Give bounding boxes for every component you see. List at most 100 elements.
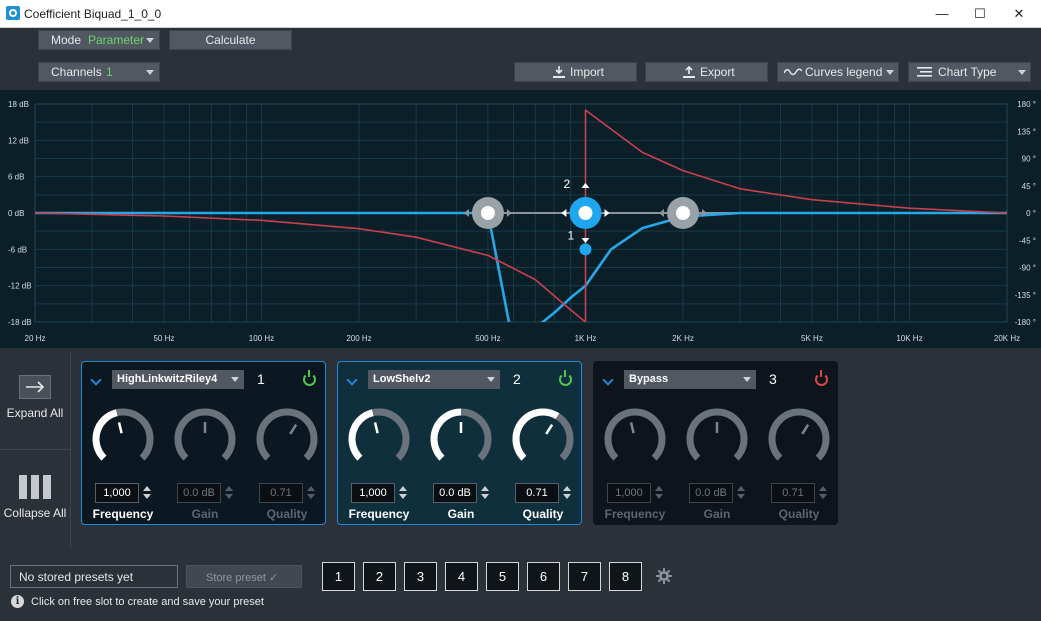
chevron-down-icon[interactable] (602, 374, 614, 386)
frequency-knob[interactable] (602, 406, 668, 472)
preset-hint: Click on free slot to create and save yo… (31, 596, 264, 608)
quality-field[interactable]: 0.71 (515, 483, 559, 503)
quality-stepper[interactable] (819, 483, 827, 503)
preset-slot-6[interactable]: 6 (527, 562, 560, 591)
export-label: Export (700, 65, 735, 79)
band-card-2: LowShelv2 2 1,000 0.0 dB 0.71 Frequency … (337, 361, 582, 525)
y-right-tick-label: -45 ° (1019, 236, 1036, 245)
preset-status-field[interactable]: No stored presets yet (10, 565, 178, 588)
filter-type-dropdown[interactable]: Bypass (624, 370, 756, 389)
quality-label: Quality (266, 507, 308, 521)
band-card-1: HighLinkwitzRiley4 1 1,000 0.0 dB 0.71 F… (81, 361, 326, 525)
preset-slot-7[interactable]: 7 (568, 562, 601, 591)
frequency-knob[interactable] (346, 406, 412, 472)
channels-dropdown[interactable]: Channels 1 (38, 62, 160, 82)
frequency-stepper[interactable] (655, 483, 663, 503)
mode-dropdown[interactable]: Mode Parameter (38, 30, 160, 50)
gain-stepper[interactable] (225, 483, 233, 503)
chevron-down-icon[interactable] (90, 374, 102, 386)
gain-stepper[interactable] (481, 483, 489, 503)
sidebar-divider (70, 352, 71, 548)
band-marker-label: 1 (567, 228, 574, 242)
x-tick-label: 100 Hz (249, 334, 274, 343)
arrow-right-icon (19, 375, 51, 399)
y-left-tick-label: -6 dB (8, 245, 27, 254)
gain-field[interactable]: 0.0 dB (433, 483, 477, 503)
power-icon[interactable] (303, 370, 316, 386)
knob-indicator (373, 422, 379, 434)
gain-field[interactable]: 0.0 dB (177, 483, 221, 503)
channels-value: 1 (106, 65, 113, 79)
quality-field[interactable]: 0.71 (259, 483, 303, 503)
y-right-tick-label: 135 ° (1017, 127, 1036, 136)
power-icon[interactable] (815, 370, 828, 386)
x-tick-label: 20 Hz (25, 334, 46, 343)
preset-slot-8[interactable]: 8 (609, 562, 642, 591)
knob-fill (348, 409, 374, 461)
quality-knob[interactable] (766, 406, 832, 472)
gear-icon[interactable] (656, 568, 672, 584)
chevron-down-icon[interactable] (346, 374, 358, 386)
gain-knob[interactable] (172, 406, 238, 472)
export-button[interactable]: Export (645, 62, 768, 82)
frequency-response-chart[interactable]: 20 Hz 50 Hz 100 Hz 200 Hz 500 Hz 1K Hz 2K Hz 5K… (0, 90, 1041, 348)
filter-type-value: HighLinkwitzRiley4 (117, 373, 218, 385)
curves-legend-dropdown[interactable]: Curves legend (777, 62, 899, 82)
curves-legend-label: Curves legend (805, 65, 883, 79)
frequency-label: Frequency (604, 507, 666, 521)
frequency-knob[interactable] (90, 406, 156, 472)
expand-all-button[interactable]: Expand All (0, 370, 70, 445)
handle-right-arrow (604, 209, 610, 217)
x-tick-label: 500 Hz (475, 334, 500, 343)
chart-type-dropdown[interactable]: Chart Type (908, 62, 1031, 82)
chevron-down-icon (886, 70, 894, 75)
x-tick-label: 10K Hz (896, 334, 922, 343)
quality-knob[interactable] (254, 406, 320, 472)
filter-type-dropdown[interactable]: LowShelv2 (368, 370, 500, 389)
chevron-down-icon (146, 70, 154, 75)
preset-slot-3[interactable]: 3 (404, 562, 437, 591)
preset-slot-1[interactable]: 1 (322, 562, 355, 591)
frequency-stepper[interactable] (143, 483, 151, 503)
y-right-tick-label: -180 ° (1015, 318, 1036, 327)
channels-label: Channels (51, 65, 102, 79)
filter-handle-center (578, 206, 593, 220)
handle-left-arrow (561, 209, 567, 217)
quality-stepper[interactable] (563, 483, 571, 503)
y-right-tick-label: -90 ° (1019, 264, 1036, 273)
quality-field[interactable]: 0.71 (771, 483, 815, 503)
preset-slot-4[interactable]: 4 (445, 562, 478, 591)
columns-icon (19, 475, 51, 499)
mode-label: Mode (51, 33, 82, 47)
quality-knob[interactable] (510, 406, 576, 472)
frequency-field[interactable]: 1,000 (351, 483, 395, 503)
handle-down-arrow (581, 238, 590, 243)
band-number: 1 (257, 371, 265, 387)
x-tick-label: 2K Hz (672, 334, 694, 343)
calculate-button[interactable]: Calculate (169, 30, 292, 50)
gain-field[interactable]: 0.0 dB (689, 483, 733, 503)
frequency-stepper[interactable] (399, 483, 407, 503)
gain-knob[interactable] (684, 406, 750, 472)
frequency-field[interactable]: 1,000 (607, 483, 651, 503)
collapse-all-button[interactable]: Collapse All (0, 470, 70, 545)
minimize-button[interactable]: — (922, 0, 962, 28)
gain-label: Gain (703, 507, 731, 521)
frequency-label: Frequency (348, 507, 410, 521)
close-button[interactable]: ✕ (999, 0, 1039, 28)
maximize-button[interactable]: ☐ (960, 0, 1000, 28)
gain-knob[interactable] (428, 406, 494, 472)
gain-stepper[interactable] (737, 483, 745, 503)
power-icon[interactable] (559, 370, 572, 386)
preset-slot-5[interactable]: 5 (486, 562, 519, 591)
store-preset-button[interactable]: Store preset ✓ (186, 565, 302, 588)
import-label: Import (570, 65, 605, 79)
phase-curve (35, 109, 1007, 322)
quality-stepper[interactable] (307, 483, 315, 503)
frequency-field[interactable]: 1,000 (95, 483, 139, 503)
import-button[interactable]: Import (514, 62, 637, 82)
frequency-label: Frequency (92, 507, 154, 521)
preset-slot-2[interactable]: 2 (363, 562, 396, 591)
filter-type-dropdown[interactable]: HighLinkwitzRiley4 (112, 370, 244, 389)
band-marker (579, 243, 592, 256)
